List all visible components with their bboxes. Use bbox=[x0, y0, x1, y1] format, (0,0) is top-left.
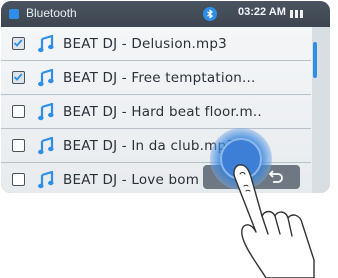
track-row[interactable]: BEAT DJ - Free temptation... bbox=[1, 61, 311, 94]
status-bar: Bluetooth 03:22 AM bbox=[1, 1, 330, 27]
music-note-icon bbox=[38, 34, 54, 52]
track-title: BEAT DJ - In da club.mp3 bbox=[63, 137, 236, 154]
track-title: BEAT DJ - Love bom bbox=[63, 171, 200, 188]
music-note-icon bbox=[38, 170, 54, 188]
app-indicator-icon bbox=[9, 9, 19, 19]
music-note-icon bbox=[38, 68, 54, 86]
track-title: BEAT DJ - Hard beat floor.m.. bbox=[63, 103, 262, 120]
hand-icon bbox=[233, 164, 315, 278]
scrollbar-thumb[interactable] bbox=[313, 42, 317, 78]
track-row[interactable]: BEAT DJ - Hard beat floor.m.. bbox=[1, 95, 311, 128]
track-checkbox[interactable] bbox=[12, 37, 25, 50]
status-time: 03:22 AM bbox=[238, 6, 286, 18]
track-checkbox[interactable] bbox=[12, 71, 25, 84]
check-icon bbox=[13, 39, 23, 47]
track-row[interactable]: BEAT DJ - Delusion.mp3 bbox=[1, 27, 311, 60]
track-title: BEAT DJ - Free temptation... bbox=[63, 69, 256, 86]
bluetooth-icon bbox=[203, 7, 217, 21]
battery-icon bbox=[290, 10, 306, 18]
status-title: Bluetooth bbox=[26, 6, 77, 20]
track-checkbox[interactable] bbox=[12, 173, 25, 186]
music-note-icon bbox=[38, 102, 54, 120]
track-title: BEAT DJ - Delusion.mp3 bbox=[63, 35, 227, 52]
track-checkbox[interactable] bbox=[12, 105, 25, 118]
music-note-icon bbox=[38, 136, 54, 154]
track-checkbox[interactable] bbox=[12, 139, 25, 152]
check-icon bbox=[13, 73, 23, 81]
